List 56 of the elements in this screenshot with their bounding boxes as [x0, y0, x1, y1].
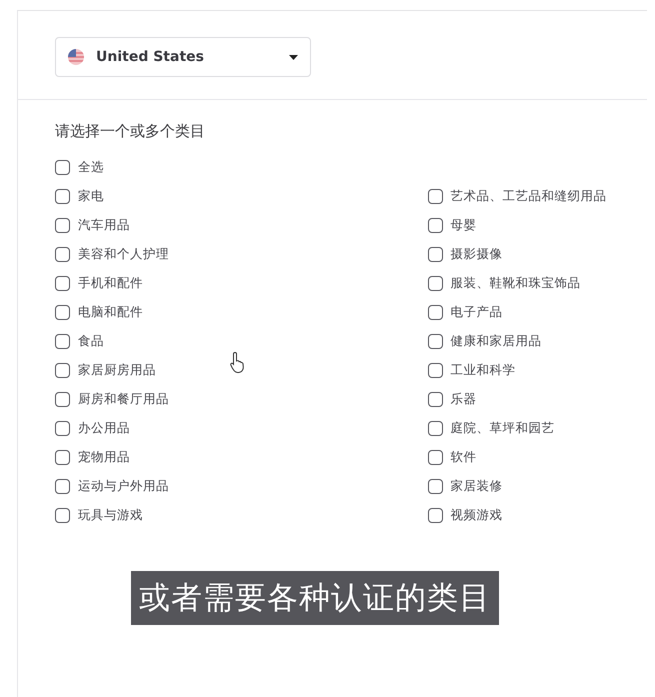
checkbox-label: 艺术品、工艺品和缝纫用品	[450, 188, 607, 205]
country-select[interactable]: United States	[55, 37, 311, 77]
checkbox-label: 厨房和餐厅用品	[78, 391, 169, 408]
checkbox[interactable]	[428, 189, 443, 204]
checkbox-label: 软件	[450, 449, 477, 466]
checkbox-label: 家居装修	[450, 478, 503, 495]
checkbox[interactable]	[55, 479, 70, 494]
checkbox-label: 电子产品	[450, 304, 503, 321]
checkbox-label: 乐器	[450, 391, 477, 408]
checkbox[interactable]	[428, 450, 443, 465]
section-heading: 请选择一个或多个类目	[55, 122, 206, 141]
checkbox[interactable]	[55, 421, 70, 436]
checkbox-label: 摄影摄像	[450, 246, 503, 263]
checkbox-label: 全选	[78, 159, 104, 176]
checkbox[interactable]	[428, 334, 443, 349]
checkbox-label: 玩具与游戏	[78, 507, 143, 524]
checkbox-label: 办公用品	[78, 420, 130, 437]
hand-cursor-icon	[230, 351, 246, 373]
checkbox[interactable]	[55, 160, 70, 175]
checkbox[interactable]	[428, 479, 443, 494]
checkbox-label: 服装、鞋靴和珠宝饰品	[450, 275, 581, 292]
checkbox[interactable]	[428, 305, 443, 320]
checkbox[interactable]	[428, 247, 443, 262]
checkbox[interactable]	[428, 508, 443, 523]
checkbox-label: 电脑和配件	[78, 304, 143, 321]
checkbox[interactable]	[55, 508, 70, 523]
checkbox[interactable]	[428, 276, 443, 291]
checkbox-label: 母婴	[450, 217, 477, 234]
checkbox-label: 汽车用品	[78, 217, 130, 234]
checkbox-label: 庭院、草坪和园艺	[450, 420, 555, 437]
checkbox[interactable]	[55, 218, 70, 233]
checkbox-label: 工业和科学	[450, 362, 516, 379]
checkbox[interactable]	[55, 305, 70, 320]
checkbox-label: 家电	[78, 188, 104, 205]
checkbox[interactable]	[55, 189, 70, 204]
checkbox-label: 家居厨房用品	[78, 362, 156, 379]
checkbox-label: 视频游戏	[450, 507, 503, 524]
checkbox-label: 健康和家居用品	[450, 333, 542, 350]
caret-icon	[289, 54, 298, 60]
checkbox[interactable]	[55, 392, 70, 407]
video-subtitle: 或者需要各种认证的类目	[131, 571, 499, 625]
checkbox[interactable]	[55, 450, 70, 465]
checkbox[interactable]	[428, 363, 443, 378]
checkbox[interactable]	[428, 218, 443, 233]
checkbox[interactable]	[428, 421, 443, 436]
checkbox[interactable]	[428, 392, 443, 407]
checkbox[interactable]	[55, 334, 70, 349]
checkbox[interactable]	[55, 247, 70, 262]
checkbox-label: 食品	[78, 333, 104, 350]
checkbox-label: 宠物用品	[78, 449, 130, 466]
flag-icon	[68, 49, 84, 65]
checkbox[interactable]	[55, 363, 70, 378]
checkbox-label: 美容和个人护理	[78, 246, 169, 263]
checkbox-label: 运动与户外用品	[78, 478, 169, 495]
checkbox-label: 手机和配件	[78, 275, 143, 292]
checkbox[interactable]	[55, 276, 70, 291]
